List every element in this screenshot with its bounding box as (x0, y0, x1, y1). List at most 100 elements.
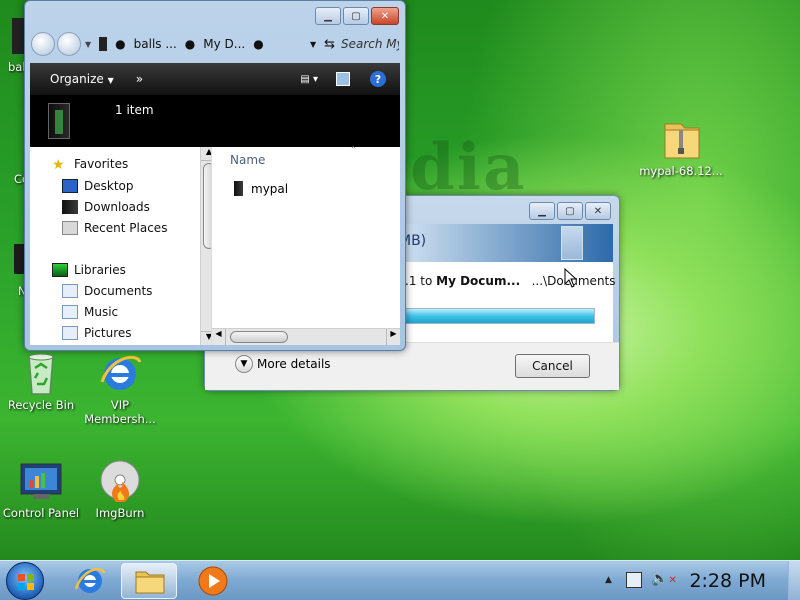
scroll-thumb[interactable] (203, 163, 211, 249)
partial-icon (12, 18, 24, 54)
close-button[interactable]: ✕ (371, 7, 399, 25)
maximize-icon: ▢ (351, 10, 361, 22)
breadcrumb-item[interactable]: balls ... (134, 37, 177, 51)
back-button[interactable] (31, 32, 55, 56)
document-icon (561, 226, 583, 260)
breadcrumb-item[interactable]: My D... (203, 37, 245, 51)
minimize-button[interactable]: ▁ (529, 202, 555, 220)
nav-label: Music (84, 305, 119, 319)
show-hidden-icons-icon[interactable]: ▲ (605, 575, 612, 585)
folder-icon (234, 181, 243, 196)
chevron-down-icon: ▼ (107, 76, 114, 85)
folder-icon (99, 37, 108, 51)
zip-folder-icon (657, 118, 705, 162)
file-item-label: mypal (251, 181, 289, 196)
nav-label: Downloads (84, 200, 150, 214)
recent-places-icon (62, 221, 78, 235)
nav-scrollbar[interactable]: ▲ ▼ (200, 147, 211, 345)
source-fragment: .1 (405, 274, 417, 288)
volume-muted-icon[interactable]: 🔈✕ (651, 571, 677, 587)
explorer-window: ▁ ▢ ✕ ▼ ● balls ... ● My D... ● ▼ ⇆ Sear… (24, 0, 406, 351)
minimize-button[interactable]: ▁ (315, 7, 341, 25)
file-list-hscrollbar[interactable]: ◀ ▶ (212, 328, 400, 345)
navigation-pane: ★ Favorites Desktop Downloads Recent Plac… (30, 147, 212, 345)
nav-recent-places[interactable]: Recent Places (62, 221, 167, 235)
desktop-partial-label: bal (8, 60, 26, 74)
desktop-icon-label: ImgBurn (95, 506, 145, 520)
taskbar-clock[interactable]: 2:28 PM (689, 570, 766, 592)
nav-downloads[interactable]: Downloads (62, 200, 150, 214)
pictures-icon (62, 326, 78, 340)
nav-libraries[interactable]: Libraries (52, 263, 126, 277)
internet-explorer-icon (96, 352, 144, 396)
scroll-thumb[interactable] (230, 331, 288, 343)
sort-indicator-icon: ⌃ (350, 145, 357, 154)
internet-explorer-icon (74, 568, 106, 593)
nav-pictures[interactable]: Pictures (62, 326, 132, 340)
file-item[interactable]: mypal (234, 181, 288, 196)
breadcrumb[interactable]: ● balls ... ● My D... ● ▼ ⇆ (99, 32, 335, 56)
taskbar-internet-explorer[interactable] (64, 563, 116, 599)
scroll-right-icon[interactable]: ▶ (386, 329, 400, 345)
desktop-icon-label: VIP Membersh... (84, 398, 156, 426)
close-icon: ✕ (380, 10, 390, 22)
scroll-up-icon[interactable]: ▲ (201, 147, 211, 161)
address-dropdown-icon[interactable]: ▼ (310, 40, 316, 49)
more-details-toggle[interactable]: ▼ More details (235, 355, 331, 373)
nav-label: Recent Places (84, 221, 168, 235)
nav-label: Pictures (84, 326, 132, 340)
views-button[interactable]: ▤ ▾ (300, 74, 318, 85)
refresh-icon[interactable]: ⇆ (324, 37, 335, 52)
scroll-down-icon[interactable]: ▼ (201, 331, 211, 345)
taskbar-windows-explorer[interactable] (121, 563, 177, 599)
organize-button[interactable]: Organize ▼ (50, 72, 114, 86)
help-icon[interactable]: ? (370, 71, 386, 87)
copy-line: .1 to My Docum... ...\Documents (405, 274, 616, 288)
nav-favorites[interactable]: ★ Favorites (52, 157, 129, 173)
minimize-icon: ▁ (324, 10, 332, 22)
desktop-icon-label: Control Panel (2, 506, 80, 520)
music-icon (62, 305, 78, 319)
desktop-icon-label: mypal-68.12... (639, 164, 723, 178)
folder-icon (48, 103, 70, 139)
forward-button[interactable] (57, 32, 81, 56)
nav-documents[interactable]: Documents (62, 284, 152, 298)
start-button[interactable] (6, 562, 44, 600)
close-button[interactable]: ✕ (585, 202, 611, 220)
desktop-icon-control-panel[interactable]: Control Panel (0, 460, 82, 520)
destination-name: My Docum... (436, 274, 521, 288)
progress-fill (406, 309, 594, 323)
address-row: ▼ ● balls ... ● My D... ● ▼ ⇆ Search My (31, 31, 399, 57)
desktop-icon-imgburn[interactable]: ImgBurn (79, 460, 161, 520)
organize-label: Organize (50, 72, 104, 86)
more-commands-button[interactable]: » (136, 72, 143, 86)
desktop-icon-vip-membership[interactable]: VIP Membersh... (79, 352, 161, 426)
nav-music[interactable]: Music (62, 305, 118, 319)
downloads-icon (62, 200, 78, 214)
breadcrumb-separator-icon: ● (253, 37, 264, 51)
nav-label: Documents (84, 284, 153, 298)
maximize-button[interactable]: ▢ (343, 7, 369, 25)
desktop-icon-mypal-zip[interactable]: mypal-68.12... (634, 118, 728, 178)
scroll-left-icon[interactable]: ◀ (212, 329, 226, 345)
search-input[interactable]: Search My (341, 37, 399, 51)
recycle-bin-icon (17, 352, 65, 396)
preview-pane-icon[interactable] (336, 72, 350, 86)
maximize-button[interactable]: ▢ (557, 202, 583, 220)
taskbar-media-player[interactable] (187, 563, 239, 599)
cancel-button[interactable]: Cancel (515, 354, 590, 378)
control-panel-icon (17, 460, 65, 504)
recent-pages-icon[interactable]: ▼ (85, 40, 91, 49)
column-header-name[interactable]: Name (230, 153, 265, 167)
taskbar: ▲ 🔈✕ 2:28 PM (0, 560, 800, 600)
nav-desktop[interactable]: Desktop (62, 179, 134, 193)
imgburn-icon (96, 460, 144, 504)
maximize-icon: ▢ (565, 205, 575, 217)
media-player-icon (198, 566, 228, 596)
breadcrumb-separator-icon: ● (184, 37, 196, 51)
desktop-icon-recycle-bin[interactable]: Recycle Bin (0, 352, 82, 412)
show-desktop-button[interactable] (788, 561, 800, 600)
network-icon[interactable] (626, 572, 642, 588)
command-bar: Organize ▼ » ▤ ▾ ? (30, 63, 400, 95)
nav-label: Favorites (74, 157, 129, 171)
